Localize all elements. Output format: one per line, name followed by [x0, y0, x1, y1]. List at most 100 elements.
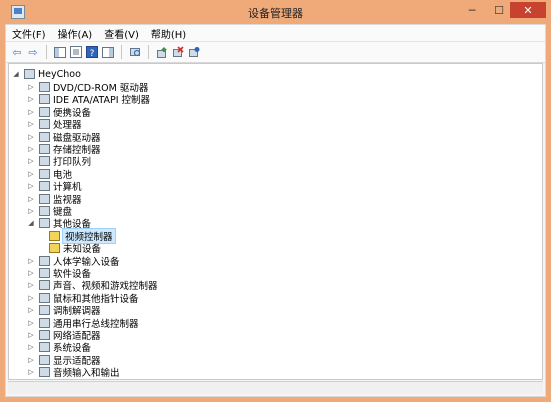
forward-icon[interactable]: ⇨	[26, 45, 40, 59]
enable-device-icon[interactable]	[187, 45, 201, 59]
tree-item[interactable]: ▷ 电池	[27, 168, 72, 181]
system-device-icon	[39, 342, 50, 353]
tree-item[interactable]: ▷ 计算机	[27, 180, 82, 193]
expand-arrow-icon[interactable]: ▷	[27, 145, 35, 153]
expand-arrow-icon[interactable]: ▷	[27, 306, 35, 314]
tree-item[interactable]: ◢ 其他设备	[27, 217, 91, 230]
tree-item[interactable]: ▷ 音频输入和输出	[27, 366, 120, 380]
tree-child-item[interactable]: 未知设备	[49, 242, 101, 255]
tree-item[interactable]: ▷ 显示适配器	[27, 354, 101, 367]
help-icon[interactable]: ?	[85, 45, 99, 59]
tree-item[interactable]: ▷ 人体学输入设备	[27, 255, 120, 268]
expand-arrow-icon[interactable]: ▷	[27, 343, 35, 351]
tree-item[interactable]: ▷ 通用串行总线控制器	[27, 317, 139, 330]
back-icon[interactable]: ⇦	[10, 45, 24, 59]
tree-child-item[interactable]: 视频控制器	[49, 227, 116, 244]
other-devices-icon	[39, 218, 50, 229]
sound-icon	[39, 280, 50, 291]
device-tree[interactable]: ◢ HeyChoo ▷ DVD/CD-ROM 驱动器 ▷ IDE ATA/ATAPI 控制…	[8, 63, 543, 380]
expand-arrow-icon[interactable]: ▷	[27, 95, 35, 103]
warning-device-icon	[49, 243, 60, 254]
menu-view[interactable]: 查看(V)	[98, 26, 145, 41]
battery-icon	[39, 168, 50, 179]
expand-arrow-icon[interactable]: ▷	[27, 157, 35, 165]
tree-item[interactable]: ▷ 鼠标和其他指针设备	[27, 292, 139, 305]
uninstall-device-icon[interactable]	[171, 45, 185, 59]
disk-drive-icon	[39, 131, 50, 142]
modem-icon	[39, 305, 50, 316]
tree-item[interactable]: ▷ 处理器	[27, 118, 82, 131]
minimize-button[interactable]: ─	[462, 2, 482, 18]
menu-action[interactable]: 操作(A)	[52, 26, 99, 41]
keyboard-icon	[39, 206, 50, 216]
menu-bar: 文件(F) 操作(A) 查看(V) 帮助(H)	[6, 25, 545, 42]
dvd-icon	[39, 82, 50, 92]
tree-item[interactable]: ▷ 监视器	[27, 193, 82, 206]
hid-icon	[39, 255, 50, 266]
expand-arrow-icon[interactable]: ▷	[27, 195, 35, 203]
storage-controller-icon	[39, 144, 50, 154]
expand-arrow-icon[interactable]: ▷	[27, 83, 35, 91]
scan-hardware-icon[interactable]	[128, 45, 142, 59]
expand-arrow-icon[interactable]: ▷	[27, 368, 35, 376]
audio-io-icon	[39, 367, 50, 378]
toolbar-divider	[148, 45, 149, 59]
display-adapter-icon	[39, 354, 50, 365]
collapse-arrow-icon[interactable]: ◢	[27, 219, 35, 227]
tree-item[interactable]: ▷ 磁盘驱动器	[27, 131, 101, 144]
status-bar	[8, 381, 543, 394]
expand-arrow-icon[interactable]: ▷	[27, 269, 35, 277]
tree-item[interactable]: ▷ 网络适配器	[27, 329, 101, 342]
expand-arrow-icon[interactable]: ▷	[27, 120, 35, 128]
processor-icon	[39, 119, 50, 130]
update-driver-icon[interactable]	[155, 45, 169, 59]
ide-controller-icon	[39, 94, 50, 105]
menu-help[interactable]: 帮助(H)	[145, 26, 192, 41]
properties-icon[interactable]	[69, 45, 83, 59]
collapse-arrow-icon[interactable]: ◢	[12, 70, 20, 78]
expand-arrow-icon[interactable]: ▷	[27, 170, 35, 178]
expand-arrow-icon[interactable]: ▷	[27, 257, 35, 265]
tree-item[interactable]: ▷ IDE ATA/ATAPI 控制器	[27, 93, 150, 106]
toolbar-divider	[46, 45, 47, 59]
expand-arrow-icon[interactable]: ▷	[27, 207, 35, 215]
computer-icon	[39, 181, 50, 192]
expand-arrow-icon[interactable]: ▷	[27, 281, 35, 289]
printer-icon	[39, 156, 50, 167]
warning-device-icon	[49, 230, 60, 241]
tree-item[interactable]: ▷ 键盘	[27, 205, 72, 218]
expand-arrow-icon[interactable]: ▷	[27, 356, 35, 364]
tree-item-label: 音频输入和输出	[53, 368, 120, 380]
tree-root-label: HeyChoo	[38, 68, 81, 80]
expand-arrow-icon[interactable]: ▷	[27, 319, 35, 327]
tree-item[interactable]: ▷ DVD/CD-ROM 驱动器	[27, 81, 148, 94]
expand-arrow-icon[interactable]: ▷	[27, 331, 35, 339]
title-bar[interactable]: 设备管理器 ─ ☐ ✕	[5, 0, 546, 24]
expand-arrow-icon[interactable]: ▷	[27, 182, 35, 190]
tree-item[interactable]: ▷ 便携设备	[27, 106, 91, 119]
show-hide-console-tree-icon[interactable]	[53, 45, 67, 59]
tree-root-computer[interactable]: ◢ HeyChoo	[12, 68, 81, 80]
mouse-icon	[39, 292, 50, 303]
toolbar: ⇦ ⇨ ?	[6, 42, 545, 63]
maximize-button[interactable]: ☐	[488, 2, 510, 18]
computer-icon	[24, 69, 35, 79]
action-pane-icon[interactable]	[101, 45, 115, 59]
close-button[interactable]: ✕	[510, 2, 546, 18]
tree-item[interactable]: ▷ 系统设备	[27, 341, 91, 354]
toolbar-divider	[121, 45, 122, 59]
tree-item[interactable]: ▷ 声音、视频和游戏控制器	[27, 279, 158, 292]
menu-file[interactable]: 文件(F)	[6, 26, 52, 41]
network-adapter-icon	[39, 330, 50, 340]
software-device-icon	[39, 268, 50, 278]
tree-item[interactable]: ▷ 打印队列	[27, 155, 91, 168]
monitor-icon	[39, 193, 50, 204]
expand-arrow-icon[interactable]: ▷	[27, 108, 35, 116]
portable-device-icon	[39, 106, 50, 117]
tree-item[interactable]: ▷ 存储控制器	[27, 143, 101, 156]
tree-item[interactable]: ▷ 软件设备	[27, 267, 91, 280]
tree-item[interactable]: ▷ 调制解调器	[27, 304, 101, 317]
expand-arrow-icon[interactable]: ▷	[27, 133, 35, 141]
client-area: 文件(F) 操作(A) 查看(V) 帮助(H) ⇦ ⇨ ? ◢ HeyChoo …	[5, 24, 546, 397]
expand-arrow-icon[interactable]: ▷	[27, 294, 35, 302]
